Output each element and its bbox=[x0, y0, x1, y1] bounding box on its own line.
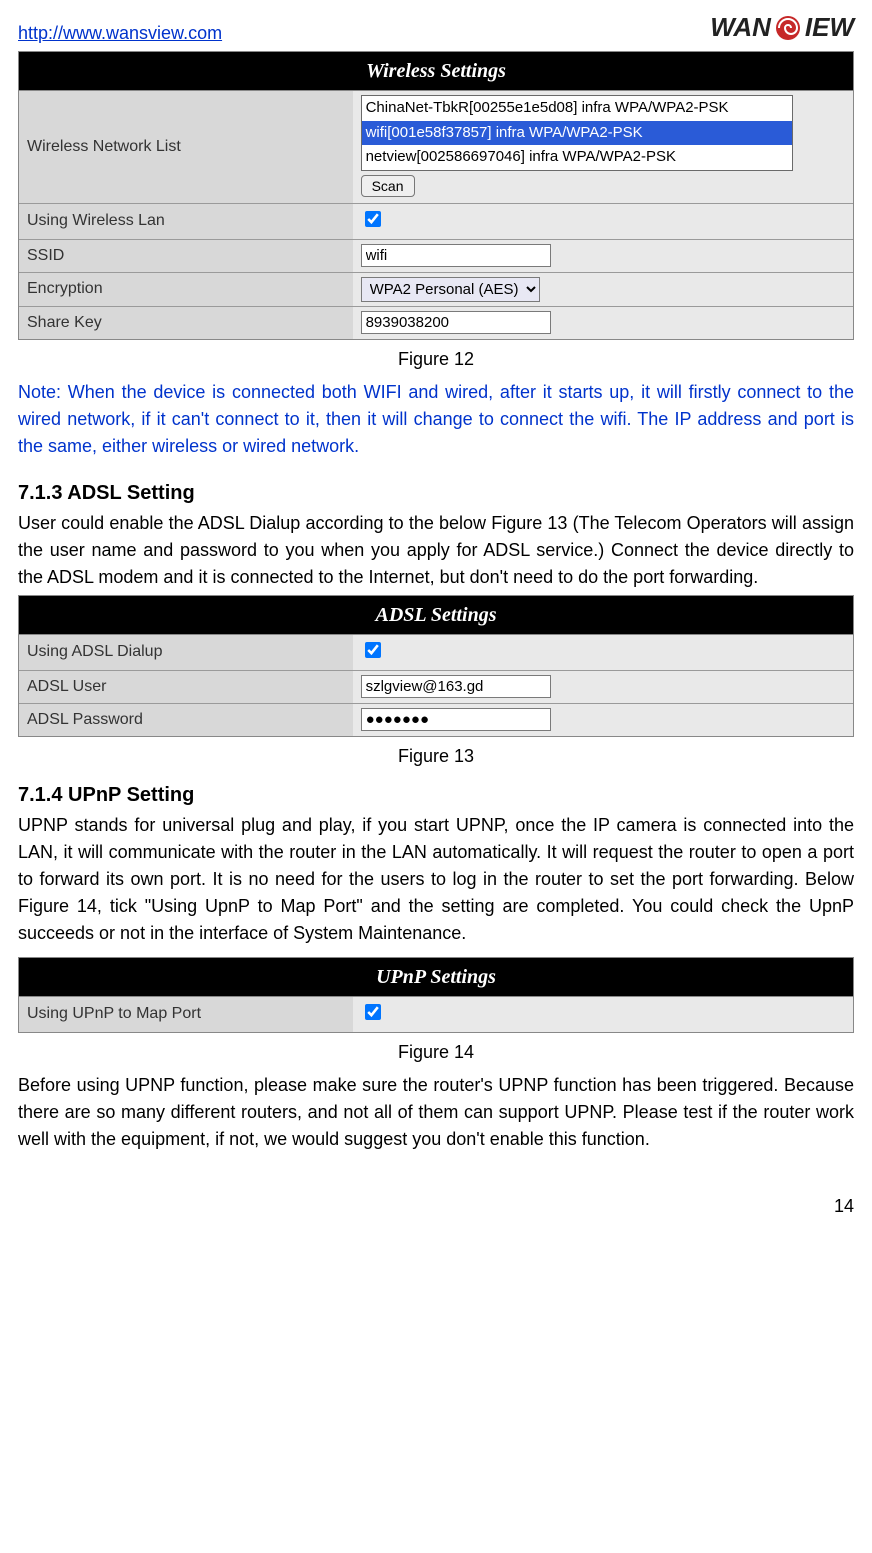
logo-text-right: IEW bbox=[805, 8, 854, 47]
note-paragraph: Note: When the device is connected both … bbox=[18, 379, 854, 460]
sharekey-input[interactable] bbox=[361, 311, 551, 334]
wireless-network-listbox[interactable]: ChinaNet-TbkR[00255e1e5d08] infra WPA/WP… bbox=[361, 95, 793, 171]
upnp-settings-panel: UPnP Settings Using UPnP to Map Port bbox=[18, 957, 854, 1033]
scan-button[interactable]: Scan bbox=[361, 175, 415, 197]
ssid-input[interactable] bbox=[361, 244, 551, 267]
wifi-option-1[interactable]: wifi[001e58f37857] infra WPA/WPA2-PSK bbox=[362, 121, 792, 146]
swirl-icon bbox=[773, 13, 803, 43]
encryption-select[interactable]: WPA2 Personal (AES) bbox=[361, 277, 540, 302]
logo-text-left: WAN bbox=[710, 8, 771, 47]
upnp-using-label: Using UPnP to Map Port bbox=[19, 997, 353, 1032]
page-header: http://www.wansview.com WAN IEW bbox=[18, 8, 854, 47]
using-wireless-label: Using Wireless Lan bbox=[19, 203, 353, 239]
adsl-heading: 7.1.3 ADSL Setting bbox=[18, 478, 854, 508]
upnp-heading: 7.1.4 UPnP Setting bbox=[18, 780, 854, 810]
site-url-link[interactable]: http://www.wansview.com bbox=[18, 20, 222, 47]
closing-paragraph: Before using UPNP function, please make … bbox=[18, 1072, 854, 1153]
adsl-password-input[interactable] bbox=[361, 708, 551, 731]
adsl-using-label: Using ADSL Dialup bbox=[19, 635, 353, 671]
wireless-list-cell: ChinaNet-TbkR[00255e1e5d08] infra WPA/WP… bbox=[353, 91, 853, 203]
ssid-label: SSID bbox=[19, 239, 353, 272]
adsl-paragraph: User could enable the ADSL Dialup accord… bbox=[18, 510, 854, 591]
wireless-settings-panel: Wireless Settings Wireless Network List … bbox=[18, 51, 854, 340]
upnp-panel-title: UPnP Settings bbox=[19, 958, 853, 997]
figure13-caption: Figure 13 bbox=[18, 743, 854, 770]
adsl-user-label: ADSL User bbox=[19, 670, 353, 703]
brand-logo: WAN IEW bbox=[710, 8, 854, 47]
using-wireless-checkbox[interactable] bbox=[365, 211, 381, 227]
adsl-using-checkbox[interactable] bbox=[365, 642, 381, 658]
wifi-option-0[interactable]: ChinaNet-TbkR[00255e1e5d08] infra WPA/WP… bbox=[362, 96, 792, 121]
encryption-label: Encryption bbox=[19, 272, 353, 306]
sharekey-label: Share Key bbox=[19, 306, 353, 339]
adsl-password-label: ADSL Password bbox=[19, 703, 353, 736]
page-number: 14 bbox=[18, 1193, 854, 1220]
adsl-panel-title: ADSL Settings bbox=[19, 596, 853, 635]
wifi-option-2[interactable]: netview[002586697046] infra WPA/WPA2-PSK bbox=[362, 145, 792, 170]
upnp-using-checkbox[interactable] bbox=[365, 1004, 381, 1020]
adsl-settings-panel: ADSL Settings Using ADSL Dialup ADSL Use… bbox=[18, 595, 854, 737]
adsl-user-input[interactable] bbox=[361, 675, 551, 698]
figure14-caption: Figure 14 bbox=[18, 1039, 854, 1066]
figure12-caption: Figure 12 bbox=[18, 346, 854, 373]
wireless-list-label: Wireless Network List bbox=[19, 91, 353, 203]
upnp-paragraph: UPNP stands for universal plug and play,… bbox=[18, 812, 854, 947]
wireless-panel-title: Wireless Settings bbox=[19, 52, 853, 91]
